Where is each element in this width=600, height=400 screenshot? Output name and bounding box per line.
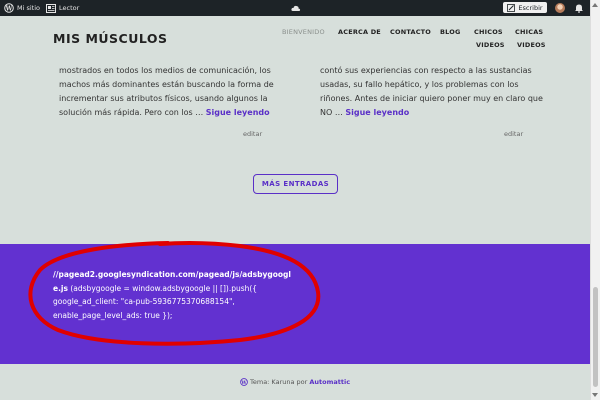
site-title[interactable]: MIS MÚSCULOS — [53, 31, 168, 46]
post-excerpt-right: contó sus experiencias con respecto a la… — [320, 64, 543, 120]
excerpt-line: machos más dominantes están buscando la … — [59, 80, 274, 89]
scroll-up-arrow-icon[interactable] — [592, 3, 598, 7]
cloud-icon — [291, 5, 301, 11]
nav-item-chicos[interactable]: CHICOS — [474, 28, 503, 36]
automattic-link[interactable]: Automattic — [309, 378, 350, 386]
edit-link[interactable]: editar — [504, 130, 523, 138]
ad-code-line: e.js — [53, 283, 68, 293]
excerpt-line: solución más rápida. Pero con los … — [59, 108, 206, 117]
bell-icon — [575, 4, 583, 13]
nav-item-bienvenido[interactable]: BIENVENIDO — [282, 28, 325, 36]
excerpt-line: mostrados en todos los medios de comunic… — [59, 66, 271, 75]
wordpress-icon[interactable]: W — [240, 378, 248, 386]
svg-text:W: W — [5, 5, 13, 12]
excerpt-line: usadas, su fallo hepático, y los problem… — [320, 80, 519, 89]
nav-item-acerca-de[interactable]: ACERCA DE — [338, 28, 381, 36]
scrollbar[interactable] — [590, 0, 600, 400]
avatar[interactable] — [555, 3, 565, 13]
more-posts-button[interactable]: MÁS ENTRADAS — [253, 174, 338, 194]
nav-item-chicos-videos[interactable]: VIDEOS — [476, 41, 505, 49]
read-more-link[interactable]: Sigue leyendo — [206, 108, 270, 117]
my-site-menu[interactable]: W Mi sitio — [4, 0, 40, 16]
read-more-link[interactable]: Sigue leyendo — [345, 108, 409, 117]
wordpress-icon: W — [4, 3, 14, 13]
excerpt-line: NO … — [320, 108, 346, 117]
nav-item-contacto[interactable]: CONTACTO — [390, 28, 431, 36]
notifications-button[interactable] — [574, 0, 584, 16]
excerpt-line: riñones. Antes de iniciar quiero poner m… — [320, 94, 543, 103]
my-site-label: Mi sitio — [17, 4, 41, 12]
admin-bar: W Mi sitio Lector Escribir — [0, 0, 590, 16]
write-label: Escribir — [518, 3, 543, 12]
reader-icon — [46, 3, 56, 13]
ad-code-line: //pagead2.googlesyndication.com/pagead/j… — [53, 270, 291, 279]
ad-code-line: google_ad_client: "ca-pub-59367753706881… — [53, 297, 235, 306]
nav-item-chicas-videos[interactable]: VIDEOS — [517, 41, 546, 49]
ad-code-text: //pagead2.googlesyndication.com/pagead/j… — [53, 268, 291, 322]
scroll-down-arrow-icon[interactable] — [592, 393, 598, 397]
notifications-cloud[interactable] — [291, 0, 301, 16]
edit-link[interactable]: editar — [243, 130, 262, 138]
nav-item-chicas[interactable]: CHICAS — [515, 28, 543, 36]
post-excerpt-left: mostrados en todos los medios de comunic… — [59, 64, 274, 120]
theme-credit-text: Tema: Karuna por — [250, 378, 310, 386]
reader-menu[interactable]: Lector — [46, 0, 79, 16]
site-credits: W Tema: Karuna por Automattic — [0, 378, 590, 386]
write-button[interactable]: Escribir — [503, 2, 547, 13]
reader-label: Lector — [59, 4, 80, 12]
nav-item-blog[interactable]: BLOG — [440, 28, 461, 36]
scroll-thumb[interactable] — [593, 287, 598, 387]
excerpt-line: contó sus experiencias con respecto a la… — [320, 66, 532, 75]
svg-text:W: W — [240, 380, 247, 386]
ad-code-line: (adsbygoogle = window.adsbygoogle || [])… — [67, 283, 258, 293]
pencil-icon — [507, 3, 516, 12]
ad-code-line: enable_page_level_ads: true }); — [53, 310, 173, 320]
excerpt-line: incrementar sus atributos físicos, usand… — [59, 94, 268, 103]
